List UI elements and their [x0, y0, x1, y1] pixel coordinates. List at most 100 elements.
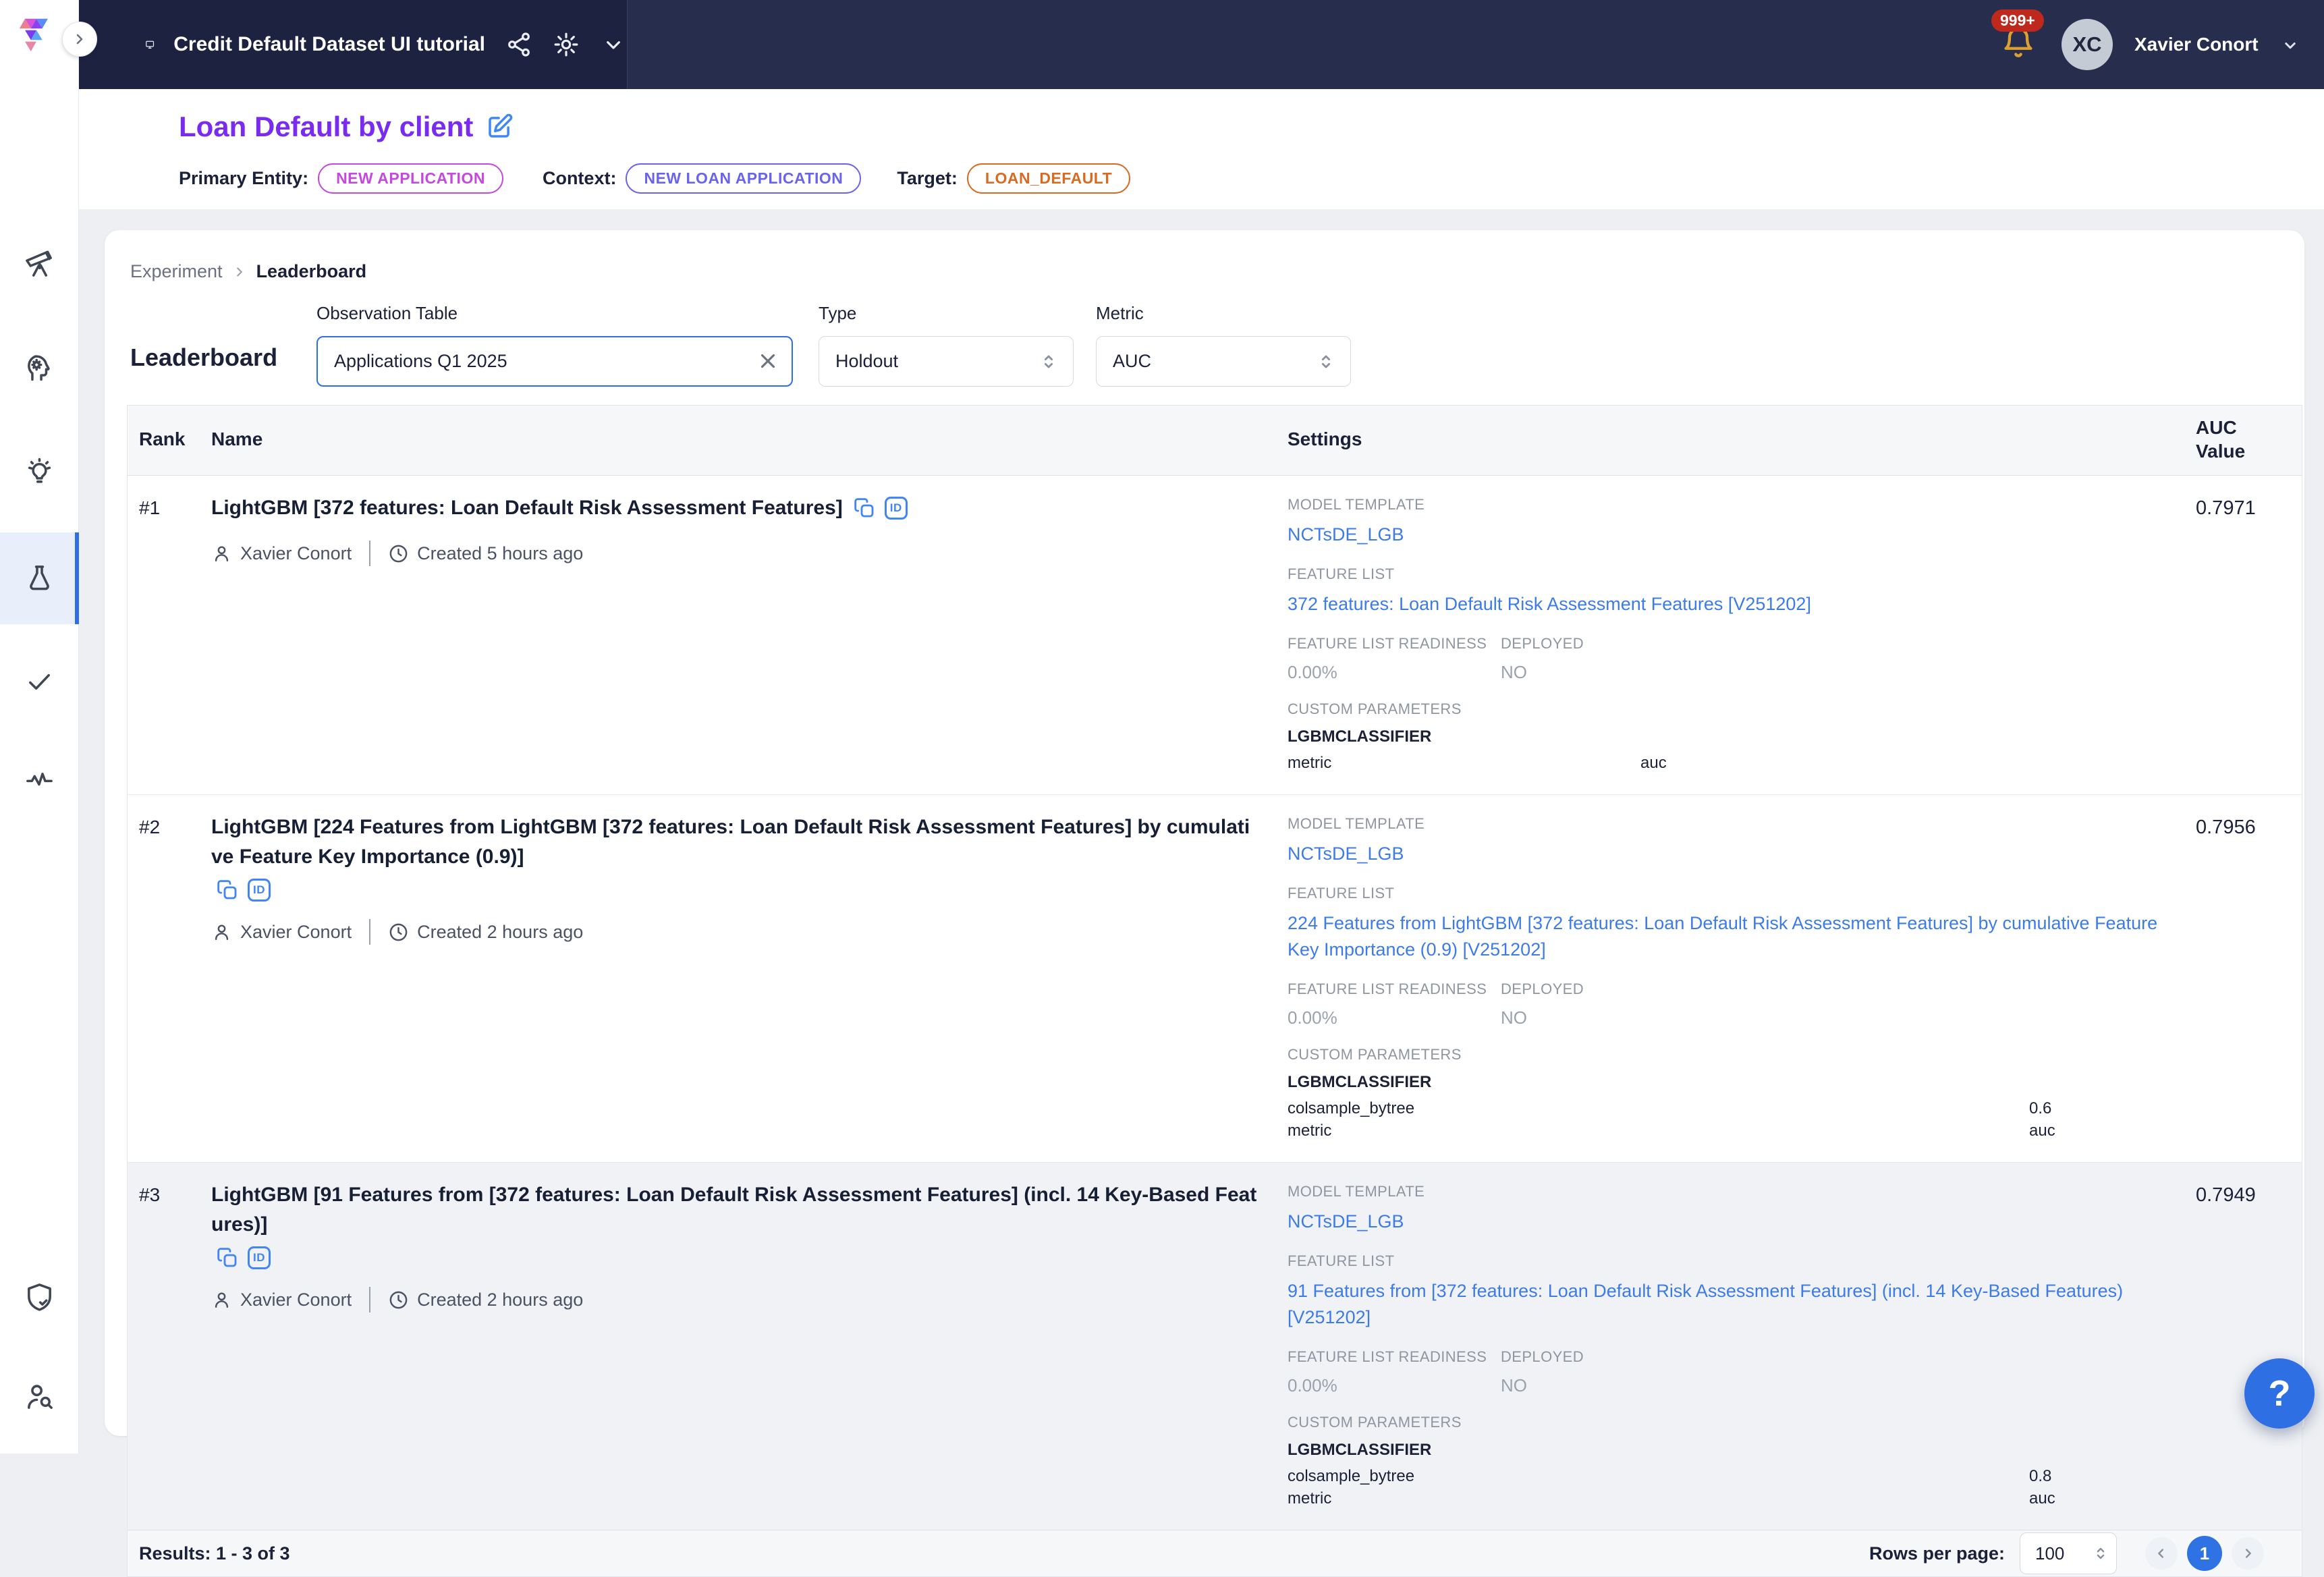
- param-key: metric: [1288, 752, 1640, 774]
- monitor-icon: [145, 29, 155, 60]
- sidebar-item-ideas[interactable]: [0, 426, 79, 518]
- spinner-arrows-icon: [1038, 351, 1059, 372]
- spinner-arrows-icon: [2091, 1544, 2110, 1563]
- leaderboard-heading: Leaderboard: [130, 343, 277, 372]
- edit-pencil-icon: [485, 113, 514, 141]
- feature-list-link[interactable]: 224 Features from LightGBM [372 features…: [1288, 910, 2166, 963]
- readiness-label: FEATURE LIST READINESS: [1288, 1348, 1501, 1366]
- settings-cell: MODEL TEMPLATE NCTsDE_LGB FEATURE LIST 2…: [1288, 795, 2193, 1162]
- primary-entity-pill[interactable]: NEW APPLICATION: [318, 163, 503, 194]
- chevron-down-icon: [2280, 35, 2300, 55]
- model-template-link[interactable]: NCTsDE_LGB: [1288, 522, 1404, 548]
- settings-cell: MODEL TEMPLATE NCTsDE_LGB FEATURE LIST 9…: [1288, 1163, 2193, 1530]
- chevron-left-icon: [2154, 1546, 2169, 1561]
- copy-id-button[interactable]: ID: [885, 497, 908, 520]
- deployed-value: NO: [1501, 662, 2166, 683]
- share-button[interactable]: [505, 31, 532, 58]
- deployed-value: NO: [1501, 1375, 2166, 1396]
- model-template-link[interactable]: NCTsDE_LGB: [1288, 841, 1404, 867]
- copy-name-button[interactable]: [217, 879, 238, 901]
- sidebar-item-explore[interactable]: [0, 217, 79, 309]
- primary-entity-label: Primary Entity:: [179, 168, 308, 189]
- user-menu-button[interactable]: [2280, 35, 2300, 55]
- model-name[interactable]: LightGBM [372 features: Loan Default Ris…: [211, 493, 843, 523]
- table-header: Rank Name Settings AUC Value: [128, 406, 2302, 476]
- page-header: Loan Default by client Primary Entity: N…: [79, 89, 2324, 209]
- clear-observation-button[interactable]: [756, 350, 779, 372]
- project-settings-button[interactable]: [553, 31, 580, 58]
- edit-title-button[interactable]: [485, 113, 514, 141]
- person-icon: [211, 1290, 232, 1310]
- type-select-value: Holdout: [835, 351, 1038, 372]
- sidebar-item-modeling[interactable]: [0, 322, 79, 414]
- table-footer: Results: 1 - 3 of 3 Rows per page: 1: [128, 1530, 2302, 1576]
- model-template-link[interactable]: NCTsDE_LGB: [1288, 1209, 1404, 1235]
- sidebar-item-approvals[interactable]: [0, 635, 79, 727]
- readiness-value: 0.00%: [1288, 662, 1501, 683]
- sidebar-expand-button[interactable]: [62, 22, 97, 57]
- user-search-icon: [24, 1381, 55, 1413]
- help-button[interactable]: ?: [2244, 1358, 2315, 1429]
- featurebyte-logo[interactable]: [16, 15, 55, 57]
- lightbulb-icon: [24, 457, 55, 489]
- auc-value: 0.7956: [2193, 795, 2302, 1162]
- clock-icon: [388, 1290, 409, 1310]
- telescope-icon: [24, 248, 55, 279]
- leaderboard-card: Experiment Leaderboard Leaderboard Obser…: [105, 230, 2304, 1436]
- user-name[interactable]: Xavier Conort: [2134, 34, 2259, 55]
- header-rank: Rank: [139, 406, 211, 475]
- avatar[interactable]: XC: [2062, 19, 2113, 70]
- table-row[interactable]: #2 LightGBM [224 Features from LightGBM …: [128, 794, 2302, 1162]
- breadcrumb-experiment[interactable]: Experiment: [130, 261, 223, 282]
- context-label: Context:: [543, 168, 617, 189]
- project-title: Credit Default Dataset UI tutorial: [173, 33, 485, 56]
- type-label: Type: [819, 303, 856, 324]
- param-key: metric: [1288, 1487, 2029, 1510]
- name-cell: LightGBM [91 Features from [372 features…: [211, 1163, 1288, 1530]
- copy-id-button[interactable]: ID: [248, 1246, 271, 1269]
- custom-parameters-label: CUSTOM PARAMETERS: [1288, 1046, 2166, 1063]
- rank-cell: #2: [139, 795, 211, 1162]
- param-key: metric: [1288, 1119, 2029, 1142]
- feature-list-link[interactable]: 372 features: Loan Default Risk Assessme…: [1288, 591, 1811, 617]
- copy-id-button[interactable]: ID: [248, 879, 271, 902]
- metric-select[interactable]: AUC: [1096, 336, 1351, 387]
- type-select[interactable]: Holdout: [819, 336, 1074, 387]
- spinner-arrows-icon: [1315, 351, 1337, 372]
- page-number-button[interactable]: 1: [2187, 1536, 2222, 1571]
- copy-icon: [854, 497, 875, 519]
- flask-icon: [24, 563, 55, 594]
- model-name[interactable]: LightGBM [91 Features from [372 features…: [211, 1180, 1261, 1240]
- owner-name: Xavier Conort: [240, 543, 352, 564]
- custom-parameters-label: CUSTOM PARAMETERS: [1288, 1414, 2166, 1431]
- target-pill[interactable]: LOAN_DEFAULT: [967, 163, 1130, 194]
- param-value: auc: [2029, 1487, 2166, 1510]
- model-name[interactable]: LightGBM [224 Features from LightGBM [37…: [211, 812, 1261, 872]
- table-row[interactable]: #1 LightGBM [372 features: Loan Default …: [128, 476, 2302, 794]
- observation-table-input[interactable]: [316, 336, 793, 387]
- sidebar-item-user-admin[interactable]: [0, 1351, 79, 1443]
- feature-list-label: FEATURE LIST: [1288, 885, 2166, 902]
- table-row[interactable]: #3 LightGBM [91 Features from [372 featu…: [128, 1162, 2302, 1530]
- sidebar-item-governance[interactable]: [0, 1251, 79, 1343]
- feature-list-link[interactable]: 91 Features from [372 features: Loan Def…: [1288, 1278, 2166, 1331]
- context-pill[interactable]: NEW LOAN APPLICATION: [626, 163, 861, 194]
- model-byline: Xavier Conort Created 2 hours ago: [211, 1287, 1261, 1312]
- clock-icon: [388, 922, 409, 943]
- notification-badge[interactable]: 999+: [1991, 9, 2044, 32]
- classifier-name: LGBMCLASSIFIER: [1288, 727, 2166, 746]
- param-row: colsample_bytree 0.6: [1288, 1097, 2166, 1119]
- deployed-label: DEPLOYED: [1501, 635, 2166, 653]
- copy-name-button[interactable]: [217, 1247, 238, 1269]
- model-template-label: MODEL TEMPLATE: [1288, 1183, 2166, 1200]
- chevron-right-icon: [72, 31, 88, 47]
- copy-name-button[interactable]: [854, 497, 875, 519]
- next-page-button[interactable]: [2232, 1537, 2264, 1570]
- deployed-label: DEPLOYED: [1501, 980, 2166, 998]
- sidebar-item-monitoring[interactable]: [0, 732, 79, 824]
- shield-check-icon: [24, 1281, 55, 1313]
- metric-select-value: AUC: [1113, 351, 1315, 372]
- project-menu-button[interactable]: [600, 31, 627, 58]
- sidebar-item-experiment[interactable]: [0, 532, 79, 624]
- previous-page-button[interactable]: [2145, 1537, 2178, 1570]
